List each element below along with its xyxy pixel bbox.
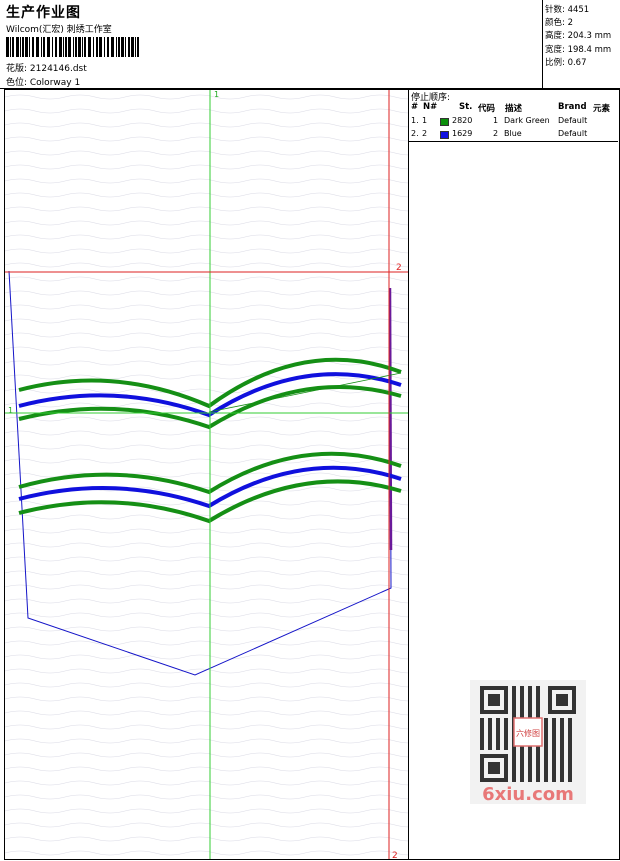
- row-brand: Default: [558, 116, 588, 125]
- guide-label-green-top: 1: [214, 90, 219, 99]
- design-height: 高度: 204.3 mm: [545, 31, 612, 42]
- row-code: 1: [493, 116, 499, 125]
- design-stats: 针数: 4451 颜色: 2 高度: 204.3 mm 宽度: 198.4 mm…: [542, 0, 620, 88]
- col-num: N#: [423, 102, 438, 112]
- row-desc: Dark Green: [504, 116, 550, 125]
- row-brand: Default: [558, 129, 588, 138]
- col-desc: 描述: [505, 104, 523, 114]
- design-file-label: 花版: 2124146.dst: [6, 64, 87, 74]
- embroidery-preview: 1 1 2 2: [5, 90, 408, 860]
- guide-label-red-bottom: 2: [392, 851, 398, 860]
- col-stitches: St.: [459, 102, 473, 112]
- guide-label-green-left: 1: [8, 406, 13, 415]
- panel-divider: [409, 141, 618, 142]
- design-canvas[interactable]: 1 1 2 2: [4, 89, 409, 860]
- color-swatch: [440, 131, 449, 139]
- design-scale: 比例: 0.67: [545, 57, 587, 68]
- placement-mark: [388, 287, 393, 551]
- company-name: Wilcom(汇宏) 刺绣工作室: [6, 25, 112, 35]
- panel-column-headers: # N# St. 代码 描述 Brand 元素: [409, 102, 618, 114]
- row-stitches: 2820: [452, 116, 473, 125]
- row-index: 1.: [411, 116, 419, 125]
- header-info: 生产作业图 Wilcom(汇宏) 刺绣工作室 花版: 2124146.dst 色…: [0, 0, 542, 88]
- barcode-icon: [6, 37, 139, 57]
- row-code: 2: [493, 129, 499, 138]
- row-stitches: 1629: [452, 129, 473, 138]
- guide-label-red-right: 2: [396, 263, 402, 273]
- col-element: 元素: [593, 104, 611, 114]
- design-width: 宽度: 198.4 mm: [545, 44, 612, 55]
- page-title: 生产作业图: [6, 5, 81, 21]
- row-num: 1: [422, 116, 428, 125]
- colorway-label: 色位: Colorway 1: [6, 78, 81, 88]
- col-index: #: [411, 102, 419, 112]
- qr-code-icon: 六修图 6xiu.com: [470, 680, 586, 805]
- row-num: 2: [422, 129, 428, 138]
- row-index: 2.: [411, 129, 419, 138]
- watermark-site: 6xiu.com: [482, 784, 574, 804]
- col-code: 代码: [478, 104, 496, 114]
- watermark: 六修图 6xiu.com: [470, 680, 586, 805]
- row-desc: Blue: [504, 129, 522, 138]
- stitch-count: 针数: 4451: [545, 5, 590, 15]
- watermark-stamp: 六修图: [516, 728, 540, 738]
- list-item[interactable]: 1. 1 2820 1 Dark Green Default: [409, 116, 618, 128]
- color-count: 颜色: 2: [545, 18, 573, 29]
- color-swatch: [440, 118, 449, 126]
- list-item[interactable]: 2. 2 1629 2 Blue Default: [409, 129, 618, 141]
- col-brand: Brand: [558, 102, 587, 112]
